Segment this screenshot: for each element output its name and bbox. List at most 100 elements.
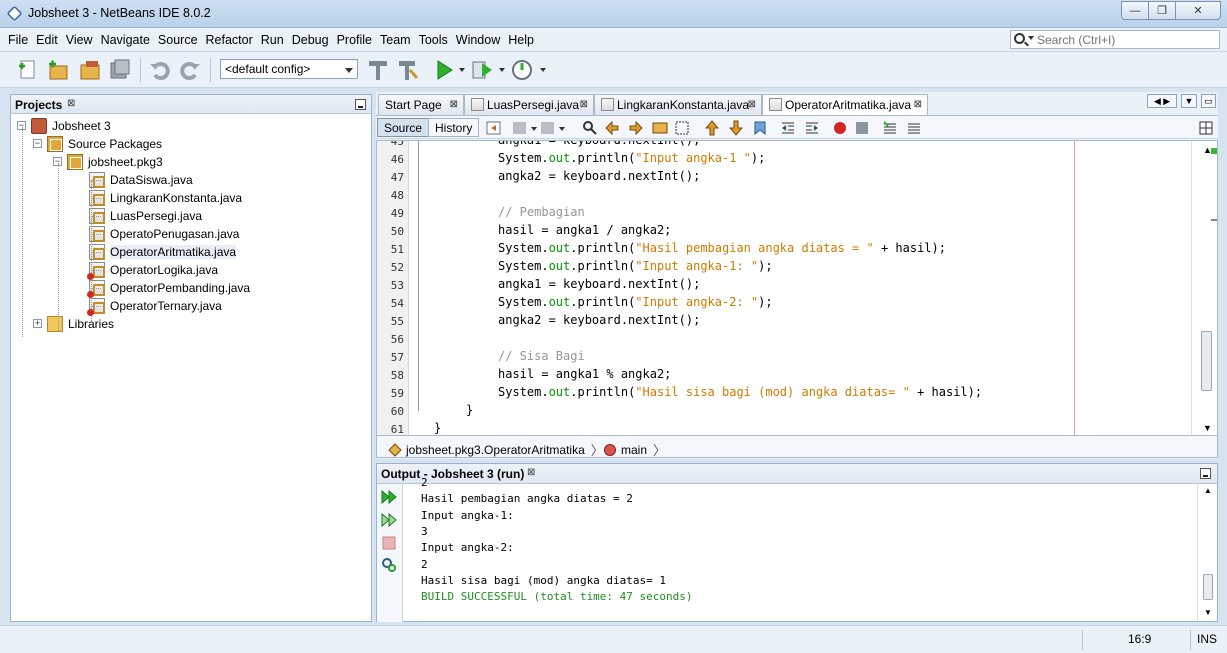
maximize-button[interactable]: ❐ — [1148, 1, 1176, 20]
rerun-icon[interactable] — [381, 489, 397, 505]
tree-item-java-file[interactable]: OperatorLogika.java — [87, 261, 218, 280]
scroll-thumb[interactable] — [1201, 331, 1212, 391]
config-select[interactable]: <default config> — [220, 59, 358, 79]
close-window-button[interactable]: ✕ — [1175, 1, 1221, 20]
breadcrumb-class[interactable]: jobsheet.pkg3.OperatorAritmatika 〉 — [387, 440, 604, 459]
comment-icon[interactable] — [882, 120, 898, 136]
save-all-icon[interactable] — [108, 58, 132, 82]
next-bookmark-icon[interactable] — [728, 120, 744, 136]
history-view-button[interactable]: History — [428, 118, 480, 137]
expand-icon[interactable]: + — [33, 319, 42, 328]
uncomment-icon[interactable] — [906, 120, 922, 136]
redo-icon[interactable] — [178, 58, 202, 82]
tree-item-java-file[interactable]: OperatorAritmatika.java — [89, 243, 237, 261]
tree-item-project[interactable]: Jobsheet 3 — [31, 117, 111, 135]
maximize-editor-button[interactable]: ▭ — [1201, 94, 1216, 108]
run-icon[interactable] — [432, 58, 456, 82]
tree-item-java-file[interactable]: LingkaranKonstanta.java — [89, 189, 242, 207]
find-icon[interactable] — [582, 120, 598, 136]
collapse-icon[interactable]: − — [33, 139, 42, 148]
scroll-up-icon[interactable]: ▲ — [1204, 486, 1212, 495]
editor-scrollbar[interactable]: ▲ ▼ — [1191, 141, 1217, 435]
menu-run[interactable]: Run — [257, 33, 288, 47]
tree-item-java-file[interactable]: DataSiswa.java — [89, 171, 193, 189]
toggle-rect-selection-icon[interactable] — [674, 120, 690, 136]
back-icon[interactable] — [512, 120, 528, 136]
close-tab-icon[interactable]: ⊠ — [450, 99, 458, 110]
tab-start-page[interactable]: Start Page ⊠ — [378, 94, 464, 115]
menu-profile[interactable]: Profile — [333, 33, 376, 47]
source-view-button[interactable]: Source — [377, 118, 430, 137]
close-panel-icon[interactable]: ⊠ — [527, 467, 535, 478]
chevron-down-icon[interactable] — [540, 68, 546, 72]
minimize-panel-icon[interactable] — [1200, 468, 1211, 479]
menu-tools[interactable]: Tools — [415, 33, 452, 47]
search-icon[interactable] — [1014, 33, 1025, 44]
tab-lingkarankonstanta-java[interactable]: LingkaranKonstanta.java ⊠ — [594, 94, 762, 115]
tree-item-java-file[interactable]: OperatorPembanding.java — [87, 279, 250, 298]
tree-item-java-file[interactable]: OperatorTernary.java — [87, 297, 222, 316]
close-tab-icon[interactable]: ⊠ — [580, 99, 588, 110]
new-file-icon[interactable] — [16, 58, 40, 82]
close-tab-icon[interactable]: ⊠ — [748, 99, 756, 110]
minimize-button[interactable]: — — [1121, 1, 1149, 20]
tree-item-java-file[interactable]: LuasPersegi.java — [89, 207, 202, 225]
menu-file[interactable]: File — [4, 33, 32, 47]
code-editor[interactable]: 45 46 47 48 49 50 51 52 53 54 55 56 57 58 59 60 61 angka… — [376, 140, 1218, 436]
open-project-icon[interactable] — [78, 58, 102, 82]
search-box[interactable] — [1010, 30, 1220, 49]
menu-help[interactable]: Help — [504, 33, 538, 47]
find-next-icon[interactable] — [628, 120, 644, 136]
shift-left-icon[interactable] — [780, 120, 796, 136]
menu-source[interactable]: Source — [154, 33, 202, 47]
menu-debug[interactable]: Debug — [288, 33, 333, 47]
menu-team[interactable]: Team — [376, 33, 415, 47]
tab-list-dropdown[interactable]: ▼ — [1181, 94, 1197, 108]
close-panel-icon[interactable]: ⊠ — [67, 98, 75, 109]
chevron-down-icon[interactable] — [1028, 36, 1034, 40]
new-project-icon[interactable] — [46, 58, 70, 82]
stop-icon[interactable] — [381, 535, 397, 551]
chevron-down-icon[interactable] — [559, 127, 565, 131]
clean-build-icon[interactable] — [396, 58, 420, 82]
build-icon[interactable] — [366, 58, 390, 82]
tree-item-java-file[interactable]: OperatoPenugasan.java — [89, 225, 239, 243]
output-scrollbar[interactable]: ▲ ▼ — [1197, 484, 1217, 621]
scroll-down-icon[interactable]: ▼ — [1204, 608, 1212, 617]
menu-edit[interactable]: Edit — [32, 33, 62, 47]
scroll-down-icon[interactable]: ▼ — [1203, 423, 1212, 433]
shift-right-icon[interactable] — [804, 120, 820, 136]
breadcrumb-method[interactable]: main 〉 — [603, 440, 666, 459]
split-editor-icon[interactable] — [1198, 120, 1214, 136]
debug-icon[interactable] — [470, 58, 494, 82]
tree-item-folder[interactable]: Source Packages — [47, 135, 162, 153]
menu-view[interactable]: View — [62, 33, 97, 47]
menu-window[interactable]: Window — [452, 33, 504, 47]
tab-luaspersegi-java[interactable]: LuasPersegi.java ⊠ — [464, 94, 594, 115]
chevron-down-icon[interactable] — [499, 68, 505, 72]
search-input[interactable] — [1037, 32, 1217, 47]
menu-refactor[interactable]: Refactor — [202, 33, 257, 47]
profile-icon[interactable] — [510, 58, 534, 82]
chevron-down-icon[interactable] — [531, 127, 537, 131]
toggle-bookmark-icon[interactable] — [752, 120, 768, 136]
last-edit-icon[interactable] — [486, 120, 502, 136]
minimize-panel-icon[interactable] — [355, 99, 366, 110]
scroll-tabs-button[interactable]: ◀ ▶ — [1147, 94, 1177, 108]
tab-operatoraritmatika-java[interactable]: OperatorAritmatika.java ⊠ — [762, 94, 928, 115]
tree-item-package[interactable]: jobsheet.pkg3 — [67, 153, 163, 171]
rerun-with-params-icon[interactable] — [381, 512, 397, 528]
stop-macro-icon[interactable] — [854, 120, 870, 136]
close-tab-icon[interactable]: ⊠ — [914, 99, 922, 110]
start-macro-icon[interactable] — [832, 120, 848, 136]
forward-icon[interactable] — [540, 120, 556, 136]
error-stripe-mark[interactable] — [1211, 219, 1217, 221]
scroll-thumb[interactable] — [1203, 574, 1213, 600]
find-previous-icon[interactable] — [604, 120, 620, 136]
menu-navigate[interactable]: Navigate — [97, 33, 154, 47]
chevron-down-icon[interactable] — [459, 68, 465, 72]
settings-icon[interactable] — [381, 557, 397, 573]
previous-bookmark-icon[interactable] — [704, 120, 720, 136]
undo-icon[interactable] — [148, 58, 172, 82]
toggle-highlight-icon[interactable] — [652, 120, 668, 136]
